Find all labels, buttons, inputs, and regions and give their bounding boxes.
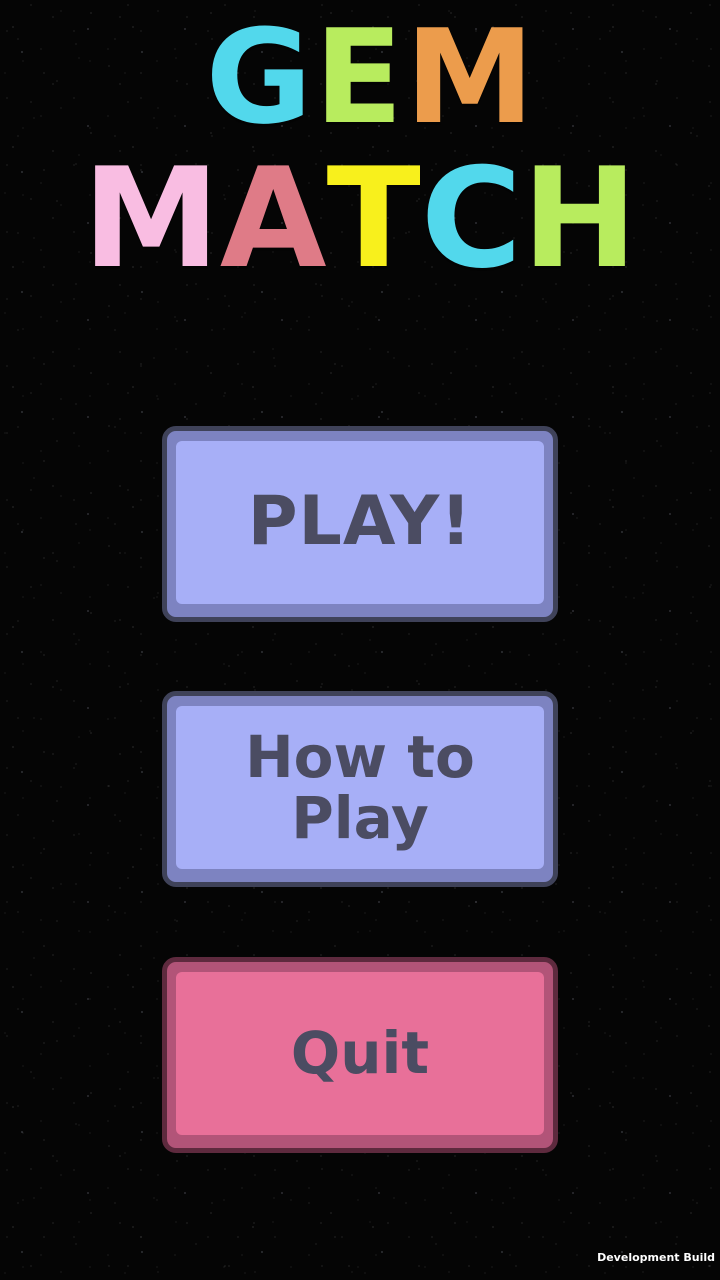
title-letter-c: C [420, 138, 523, 299]
title-line-match: MATCH [0, 138, 720, 299]
quit-button[interactable]: Quit [162, 957, 558, 1153]
title-letter-e: E [314, 1, 404, 153]
title-letter-m: M [82, 138, 220, 299]
title-letter-m: M [405, 1, 535, 153]
play-button-label: PLAY! [247, 482, 473, 562]
development-build-label: Development Build [597, 1251, 715, 1264]
title-letter-h: H [522, 138, 638, 299]
main-menu-screen: GEM MATCH PLAY! How to Play Quit Develop… [0, 0, 720, 1280]
title-letter-a: A [219, 138, 327, 299]
quit-button-face: Quit [176, 972, 544, 1135]
title-letter-t: T [326, 138, 421, 299]
play-button-face: PLAY! [176, 441, 544, 604]
how-to-play-button-face: How to Play [176, 706, 544, 869]
title-letter-g: G [205, 1, 313, 153]
quit-button-label: Quit [290, 1019, 430, 1088]
how-to-play-button[interactable]: How to Play [162, 691, 558, 887]
play-button[interactable]: PLAY! [162, 426, 558, 622]
how-to-play-button-label: How to Play [245, 723, 475, 852]
title-line-gem: GEM [0, 1, 720, 153]
